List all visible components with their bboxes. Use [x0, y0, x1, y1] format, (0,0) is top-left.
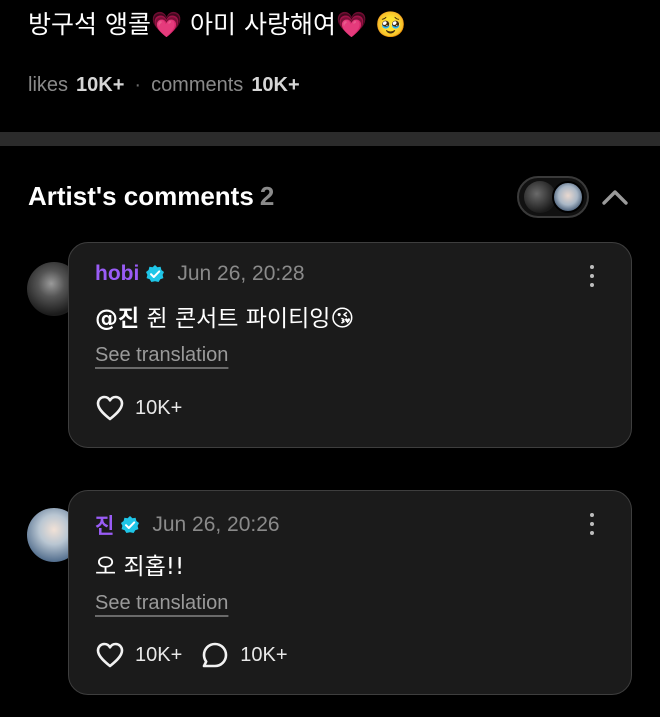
artist-comments-title: Artist's comments: [28, 181, 254, 211]
more-vertical-icon[interactable]: [589, 265, 595, 289]
post-text: 방구석 앵콜💗 아미 사랑해여💗 🥹: [28, 10, 407, 39]
comment-text: @진 쥔 콘서트 파이티잉😘: [95, 299, 354, 333]
verified-badge-icon: [146, 265, 165, 282]
comment-mention[interactable]: @진: [95, 306, 139, 332]
comment-header: 진 Jun 26, 20:26: [95, 510, 280, 540]
avatar: [552, 181, 584, 213]
comment-text: 오 죄홉!!: [95, 554, 185, 580]
like-count: 10K+: [135, 643, 183, 666]
more-vertical-icon[interactable]: [589, 513, 595, 537]
likes-label[interactable]: likes: [28, 74, 68, 97]
comment-header: hobi Jun 26, 20:28: [95, 262, 305, 286]
artist-avatars[interactable]: [517, 176, 589, 218]
comment-body: 쥔 콘서트 파이티잉😘: [139, 306, 355, 332]
section-divider: [0, 132, 660, 146]
likes-count[interactable]: 10K+: [76, 74, 124, 97]
post-stats: likes 10K+ · comments 10K+: [28, 74, 300, 97]
comment-author[interactable]: 진: [95, 510, 114, 540]
like-count: 10K+: [135, 396, 183, 419]
verified-badge-icon: [121, 516, 140, 533]
comment-author[interactable]: hobi: [95, 262, 139, 286]
see-translation-link[interactable]: See translation: [95, 344, 228, 367]
like-button[interactable]: 10K+: [95, 393, 182, 423]
like-button[interactable]: 10K+: [95, 640, 182, 670]
reply-count: 10K+: [240, 643, 288, 666]
comment-card: 진 Jun 26, 20:26 오 죄홉!! See translation 1…: [68, 490, 632, 695]
chevron-up-icon[interactable]: [600, 186, 630, 208]
comments-count[interactable]: 10K+: [251, 74, 299, 97]
reply-bubble-icon: [202, 642, 228, 668]
heart-icon: [96, 642, 124, 668]
artist-comments-header: Artist's comments 2: [28, 181, 274, 212]
comments-label[interactable]: comments: [151, 74, 243, 97]
reply-button[interactable]: 10K+: [200, 640, 288, 670]
separator-dot: ·: [134, 74, 142, 96]
artist-comments-count: 2: [259, 181, 275, 211]
heart-icon: [96, 395, 124, 421]
comment-card: hobi Jun 26, 20:28 @진 쥔 콘서트 파이티잉😘 See tr…: [68, 242, 632, 448]
comment-timestamp: Jun 26, 20:28: [177, 262, 305, 285]
comment-timestamp: Jun 26, 20:26: [152, 513, 280, 536]
comment-actions: 10K+: [95, 393, 200, 423]
see-translation-link[interactable]: See translation: [95, 592, 228, 615]
comment-actions: 10K+ 10K+: [95, 640, 306, 670]
